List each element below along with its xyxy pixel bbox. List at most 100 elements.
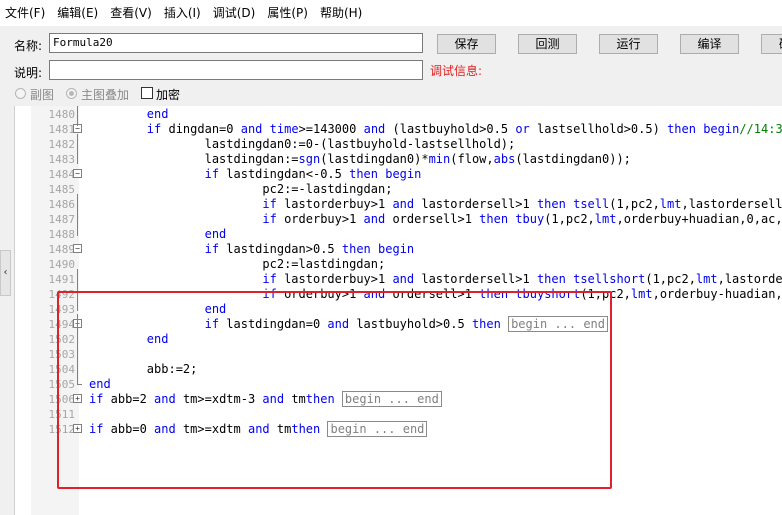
line-number: 1493 [48, 303, 76, 316]
code-line[interactable]: 1484− if lastdingdan<-0.5 then begin [15, 167, 782, 182]
run-button[interactable]: 运行 [599, 34, 658, 54]
code-line[interactable]: 1511 [15, 407, 782, 422]
code-line[interactable]: 1503 [15, 347, 782, 362]
code-text: if lastdingdan>0.5 then begin [204, 242, 415, 256]
code-line[interactable]: 1483 lastdingdan:=sgn(lastdingdan0)*min(… [15, 152, 782, 167]
code-line[interactable]: 1492 if orderbuy>1 and ordersell>1 then … [15, 287, 782, 302]
menu-properties[interactable]: 属性(P) [262, 0, 315, 26]
code-text: abb:=2; [89, 362, 198, 376]
code-line[interactable]: 1485 pc2:=-lastdingdan; [15, 182, 782, 197]
line-number: 1511 [48, 408, 76, 421]
code-text: if lastdingdan=0 and lastbuyhold>0.5 the… [89, 316, 608, 332]
code-line[interactable]: 1480 end [15, 107, 782, 122]
fold-collapse-icon[interactable]: − [73, 244, 82, 253]
code-text: if lastorderbuy>1 and lastordersell>1 th… [262, 272, 782, 286]
menu-view[interactable]: 查看(V) [105, 0, 159, 26]
code-text: if abb=2 and tm>=xdtm-3 and tmthen begin… [89, 391, 442, 407]
fold-expand-icon[interactable]: + [73, 394, 82, 403]
fold-collapse-icon[interactable]: − [73, 169, 82, 178]
compile-button[interactable]: 编译 [680, 34, 739, 54]
code-text: if orderbuy>1 and ordersell>1 then tbuys… [262, 287, 782, 301]
code-text: lastdingdan0:=0-(lastbuyhold-lastsellhol… [89, 137, 516, 151]
name-label: 名称: [14, 39, 43, 53]
line-number: 1490 [48, 258, 76, 271]
line-number: 1481 [48, 123, 76, 136]
sub-chart-radio[interactable] [15, 88, 26, 99]
code-text: if dingdan=0 and time>=143000 and (lastb… [146, 122, 782, 136]
line-number: 1488 [48, 228, 76, 241]
left-side-strip [0, 106, 14, 515]
main-overlay-label: 主图叠加 [81, 88, 130, 102]
collapse-panel-arrow-icon[interactable]: ‹ [0, 250, 11, 296]
sub-chart-label: 副图 [30, 88, 55, 102]
formula-header-panel: 名称: Formula20 保存 回测 运行 编译 砭 说明: 调试信息: 副图… [0, 26, 782, 106]
fold-end-marker [77, 384, 82, 385]
code-line[interactable]: 1504 abb:=2; [15, 362, 782, 377]
code-text: end [146, 332, 169, 346]
save-button[interactable]: 保存 [437, 34, 496, 54]
code-text: end [146, 107, 169, 121]
code-line[interactable]: 1486 if lastorderbuy>1 and lastordersell… [15, 197, 782, 212]
cut-off-button[interactable]: 砭 [761, 34, 782, 54]
line-number: 1486 [48, 198, 76, 211]
fold-guide [77, 194, 78, 236]
fold-expand-icon[interactable]: + [73, 424, 82, 433]
line-number: 1480 [48, 108, 76, 121]
backtest-button[interactable]: 回测 [518, 34, 577, 54]
menu-edit[interactable]: 编辑(E) [52, 0, 105, 26]
name-field[interactable]: Formula20 [49, 33, 423, 53]
line-number: 1506 [48, 393, 76, 406]
code-line[interactable]: 1490 pc2:=lastdingdan; [15, 257, 782, 272]
debug-info-label: 调试信息: [430, 64, 483, 78]
code-line[interactable]: 1493 end [15, 302, 782, 317]
code-text: if lastorderbuy>1 and lastordersell>1 th… [262, 197, 782, 211]
menu-debug[interactable]: 调试(D) [208, 0, 263, 26]
code-text: pc2:=lastdingdan; [89, 257, 386, 271]
code-line[interactable]: 1487 if orderbuy>1 and ordersell>1 then … [15, 212, 782, 227]
line-number: 1504 [48, 363, 76, 376]
code-line[interactable]: 1489− if lastdingdan>0.5 then begin [15, 242, 782, 257]
description-field[interactable] [49, 60, 423, 80]
menu-insert[interactable]: 插入(I) [159, 0, 208, 26]
line-number: 1483 [48, 153, 76, 166]
fold-guide [77, 314, 78, 384]
code-line[interactable]: 1491 if lastorderbuy>1 and lastordersell… [15, 272, 782, 287]
code-line[interactable]: 1502 end [15, 332, 782, 347]
code-line[interactable]: 1512 + if abb=0 and tm>=xdtm and tmthen be… [15, 421, 782, 437]
code-editor[interactable]: 1480 end 1481− if dingdan=0 and time>=143… [14, 106, 782, 515]
code-line[interactable]: 1488 end [15, 227, 782, 242]
fold-guide [77, 106, 78, 126]
fold-guide [77, 134, 78, 164]
code-line[interactable]: 1482 lastdingdan0:=0-(lastbuyhold-lastse… [15, 137, 782, 152]
code-text: if lastdingdan<-0.5 then begin [204, 167, 422, 181]
line-number: 1482 [48, 138, 76, 151]
line-number: 1503 [48, 348, 76, 361]
line-number: 1492 [48, 288, 76, 301]
code-text: end [204, 227, 227, 241]
menu-bar: 文件(F) 编辑(E) 查看(V) 插入(I) 调试(D) 属性(P) 帮助(H… [0, 0, 782, 26]
fold-guide [77, 269, 78, 311]
description-label: 说明: [14, 66, 43, 80]
code-text: end [204, 302, 227, 316]
line-number: 1487 [48, 213, 76, 226]
encrypt-label: 加密 [156, 88, 181, 102]
main-overlay-radio[interactable] [66, 88, 77, 99]
line-number: 1512 [48, 423, 76, 436]
code-text: lastdingdan:=sgn(lastdingdan0)*min(flow,… [89, 152, 631, 166]
menu-file[interactable]: 文件(F) [0, 0, 52, 26]
encrypt-checkbox[interactable] [141, 87, 153, 99]
line-number: 1502 [48, 333, 76, 346]
code-text: pc2:=-lastdingdan; [89, 182, 393, 196]
code-line[interactable]: 1481− if dingdan=0 and time>=143000 and … [15, 122, 782, 137]
line-number: 1484 [48, 168, 76, 181]
code-line[interactable]: 1505 end [15, 377, 782, 392]
code-text: if abb=0 and tm>=xdtm and tmthen begin .… [89, 421, 428, 437]
line-number: 1505 [48, 378, 76, 391]
menu-help[interactable]: 帮助(H) [315, 0, 369, 26]
code-text: end [89, 377, 111, 391]
code-line[interactable]: 1506 + if abb=2 and tm>=xdtm-3 and tmthen … [15, 391, 782, 407]
line-number: 1485 [48, 183, 76, 196]
code-line[interactable]: 1494+ if lastdingdan=0 and lastbuyhold>0… [15, 316, 782, 332]
line-number: 1491 [48, 273, 76, 286]
line-number: 1489 [48, 243, 76, 256]
